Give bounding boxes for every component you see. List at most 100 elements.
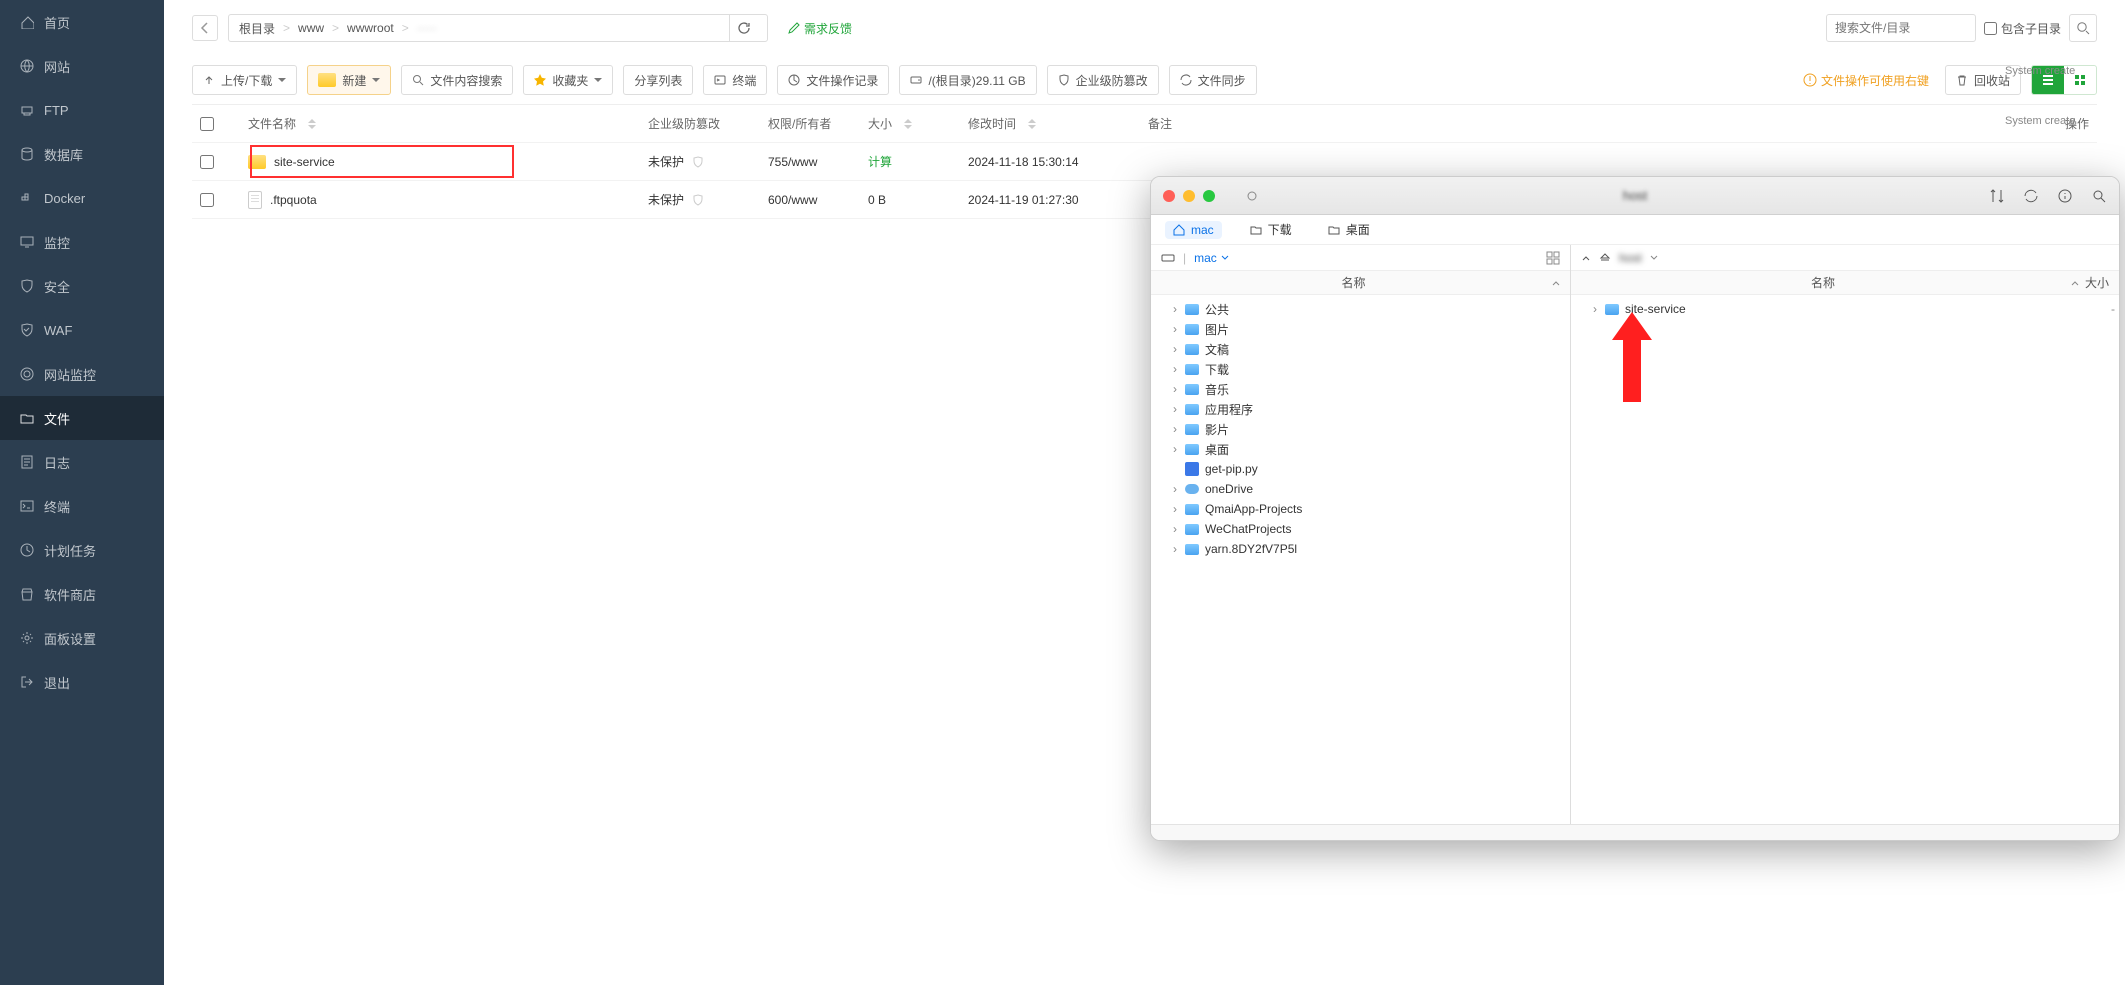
disclosure-triangle[interactable]: › <box>1171 502 1179 516</box>
row-checkbox[interactable] <box>200 193 214 207</box>
row-checkbox[interactable] <box>200 155 214 169</box>
ftp-local-path[interactable]: mac <box>1194 251 1229 265</box>
ftp-remote-header[interactable]: 名称 大小 <box>1571 271 2119 295</box>
tree-node[interactable]: ›yarn.8DY2fV7P5l <box>1171 539 1566 559</box>
disk-space-button[interactable]: /(根目录)29.11 GB <box>899 65 1036 95</box>
disclosure-triangle[interactable]: › <box>1591 302 1599 316</box>
tab-mac[interactable]: mac <box>1165 221 1222 239</box>
col-size[interactable]: 大小 <box>868 115 968 132</box>
ftp-titlebar[interactable]: host <box>1151 177 2119 215</box>
search-button[interactable] <box>2069 14 2097 42</box>
drive-icon[interactable] <box>1161 251 1175 265</box>
breadcrumb-segment[interactable]: 根目录 <box>239 20 275 37</box>
sidebar-item-logout[interactable]: 退出 <box>0 660 164 704</box>
disclosure-triangle[interactable]: › <box>1171 522 1179 536</box>
tree-node[interactable]: ›文稿 <box>1171 339 1566 359</box>
ftp-client-window[interactable]: host mac 下载 桌面 | mac <box>1150 176 2120 841</box>
col-mtime[interactable]: 修改时间 <box>968 115 1148 132</box>
tree-node[interactable]: ›oneDrive <box>1171 479 1566 499</box>
cell-name[interactable]: .ftpquota <box>248 191 648 209</box>
sync-icon[interactable] <box>2023 188 2039 204</box>
tab-download[interactable]: 下载 <box>1242 219 1300 240</box>
shield-icon[interactable] <box>692 194 704 206</box>
include-subdir-checkbox[interactable]: 包含子目录 <box>1984 20 2061 37</box>
tree-node[interactable]: ›site-service- <box>1591 299 2115 319</box>
window-maximize-button[interactable] <box>1203 190 1215 202</box>
disclosure-triangle[interactable]: › <box>1171 442 1179 456</box>
layout-icon[interactable] <box>1546 251 1560 265</box>
tree-node[interactable]: get-pip.py <box>1171 459 1566 479</box>
sidebar-item-ftp[interactable]: FTP <box>0 88 164 132</box>
tree-node[interactable]: ›应用程序 <box>1171 399 1566 419</box>
breadcrumb-segment[interactable]: wwwroot <box>347 21 394 35</box>
col-name[interactable]: 文件名称 <box>248 115 648 132</box>
tree-node[interactable]: ›图片 <box>1171 319 1566 339</box>
sidebar-item-shield[interactable]: 安全 <box>0 264 164 308</box>
eject-icon[interactable] <box>1599 252 1611 264</box>
tree-node[interactable]: ›公共 <box>1171 299 1566 319</box>
disclosure-triangle[interactable]: › <box>1171 342 1179 356</box>
window-minimize-button[interactable] <box>1183 190 1195 202</box>
tree-node[interactable]: ›影片 <box>1171 419 1566 439</box>
warning-icon <box>1803 73 1817 87</box>
disclosure-triangle[interactable]: › <box>1171 302 1179 316</box>
disclosure-triangle[interactable]: › <box>1171 362 1179 376</box>
sidebar-item-clock[interactable]: 计划任务 <box>0 528 164 572</box>
ftp-remote-host[interactable]: host <box>1619 251 1642 265</box>
disclosure-triangle[interactable]: › <box>1171 322 1179 336</box>
search-icon[interactable] <box>2091 188 2107 204</box>
sidebar-item-db[interactable]: 数据库 <box>0 132 164 176</box>
window-close-button[interactable] <box>1163 190 1175 202</box>
chevron-up-icon[interactable] <box>1581 253 1591 263</box>
tree-node[interactable]: ›WeChatProjects <box>1171 519 1566 539</box>
file-sync-button[interactable]: 文件同步 <box>1169 65 1257 95</box>
include-subdir-input[interactable] <box>1984 22 1997 35</box>
tree-node[interactable]: ›QmaiApp-Projects <box>1171 499 1566 519</box>
refresh-icon <box>737 21 751 35</box>
sidebar-item-docker[interactable]: Docker <box>0 176 164 220</box>
sidebar-item-log[interactable]: 日志 <box>0 440 164 484</box>
sidebar-item-store[interactable]: 软件商店 <box>0 572 164 616</box>
select-all-checkbox[interactable] <box>200 117 214 131</box>
folder-icon <box>20 411 34 425</box>
ops-log-button[interactable]: 文件操作记录 <box>777 65 889 95</box>
breadcrumb-back-button[interactable] <box>192 15 218 41</box>
sidebar-item-folder[interactable]: 文件 <box>0 396 164 440</box>
sidebar-item-radar[interactable]: 网站监控 <box>0 352 164 396</box>
sidebar-item-home[interactable]: 首页 <box>0 0 164 44</box>
search-input[interactable] <box>1826 14 1976 42</box>
content-search-button[interactable]: 文件内容搜索 <box>401 65 513 95</box>
sidebar-item-monitor[interactable]: 监控 <box>0 220 164 264</box>
tree-node[interactable]: ›桌面 <box>1171 439 1566 459</box>
sidebar-item-terminal[interactable]: 终端 <box>0 484 164 528</box>
sidebar-item-gear[interactable]: 面板设置 <box>0 616 164 660</box>
tamper-button[interactable]: 企业级防篡改 <box>1047 65 1159 95</box>
disclosure-triangle[interactable]: › <box>1171 422 1179 436</box>
terminal-button[interactable]: 终端 <box>703 65 767 95</box>
sidebar-item-globe[interactable]: 网站 <box>0 44 164 88</box>
feedback-link[interactable]: 需求反馈 <box>788 20 852 37</box>
ftp-local-tree[interactable]: ›公共›图片›文稿›下载›音乐›应用程序›影片›桌面get-pip.py›one… <box>1151 295 1570 824</box>
sort-icon[interactable] <box>1989 188 2005 204</box>
ftp-remote-tree[interactable]: ›site-service- <box>1571 295 2119 824</box>
tab-desktop[interactable]: 桌面 <box>1320 219 1378 240</box>
favorites-button[interactable]: 收藏夹 <box>523 65 613 95</box>
breadcrumb-segment[interactable]: ····· <box>417 21 437 35</box>
share-list-button[interactable]: 分享列表 <box>623 65 693 95</box>
upload-download-button[interactable]: 上传/下载 <box>192 65 297 95</box>
size-calc-link[interactable]: 计算 <box>868 153 892 170</box>
refresh-button[interactable] <box>729 14 757 42</box>
ftp-local-header[interactable]: 名称 <box>1151 271 1570 295</box>
new-button[interactable]: 新建 <box>307 65 391 95</box>
disclosure-triangle[interactable]: › <box>1171 482 1179 496</box>
disclosure-triangle[interactable]: › <box>1171 402 1179 416</box>
disclosure-triangle[interactable]: › <box>1171 382 1179 396</box>
breadcrumb-segment[interactable]: www <box>298 21 324 35</box>
cell-name[interactable]: site-service <box>248 155 648 169</box>
disclosure-triangle[interactable]: › <box>1171 542 1179 556</box>
info-icon[interactable] <box>2057 188 2073 204</box>
tree-node[interactable]: ›音乐 <box>1171 379 1566 399</box>
sidebar-item-waf[interactable]: WAF <box>0 308 164 352</box>
tree-node[interactable]: ›下载 <box>1171 359 1566 379</box>
shield-icon[interactable] <box>692 156 704 168</box>
